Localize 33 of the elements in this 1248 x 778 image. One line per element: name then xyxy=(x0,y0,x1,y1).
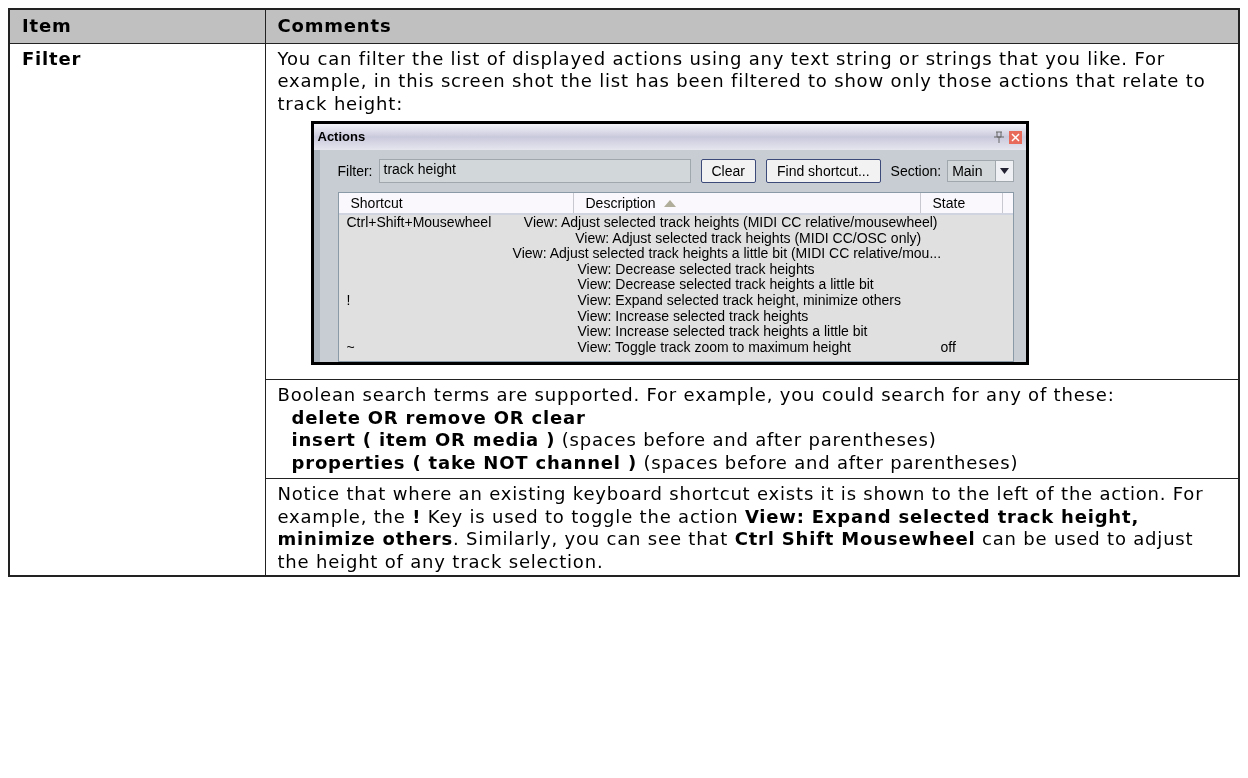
window-button[interactable]: Clear xyxy=(700,159,756,183)
description-cell[interactable]: View: Toggle track zoom to maximum height xyxy=(577,338,851,355)
close-icon[interactable] xyxy=(1008,130,1022,144)
search-example: insert ( item OR media ) (spaces before and after parentheses) xyxy=(290,429,938,452)
search-example: properties ( take NOT channel ) (spaces before and after parentheses) xyxy=(290,451,1020,474)
description-cell[interactable]: View: Adjust selected track heights a little bit (MIDI CC relative/mou... xyxy=(512,245,942,262)
description-cell[interactable]: View: Decrease selected track heights a little bit xyxy=(577,276,874,293)
description-cell[interactable]: View: Decrease selected track heights xyxy=(577,260,815,277)
section-dropdown[interactable]: Main xyxy=(947,160,1014,182)
description-cell[interactable]: View: Increase selected track heights a little bit xyxy=(577,323,868,340)
shortcut-cell: ! xyxy=(346,291,351,308)
state-cell: off xyxy=(940,338,956,355)
pin-icon[interactable] xyxy=(992,130,1005,144)
description-cell[interactable]: View: Increase selected track heights xyxy=(577,307,809,324)
shortcut-cell: Ctrl+Shift+Mousewheel xyxy=(346,214,492,230)
shortcut-cell: ~ xyxy=(346,338,355,355)
window-button[interactable]: Find shortcut... xyxy=(765,159,881,183)
description-cell[interactable]: View: Expand selected track height, minimize others xyxy=(577,291,901,308)
window-title: Actions xyxy=(317,129,366,145)
paragraph: Boolean search terms are supported. For example, you could search for any of these: xyxy=(277,384,1116,407)
sort-ascending-icon xyxy=(663,199,676,207)
description-cell[interactable]: View: Adjust selected track heights (MIDI CC relative/mousewheel) xyxy=(523,214,938,230)
column-heading: Item xyxy=(9,9,265,43)
section-label: Section: xyxy=(890,163,942,179)
paragraph: Notice that where an existing keyboard shortcut exists it is shown to the left of the action. For example, the ! Key is used to toggle the action View: Expand selected track height, minimize others. Similarly, you can see that Ctrl Shift Mousewheel can be used to adjust the height of any track selection. xyxy=(277,483,1205,573)
search-example: delete OR remove OR clear xyxy=(290,406,587,429)
column-header[interactable]: Description xyxy=(573,193,921,213)
paragraph: You can filter the list of displayed actions using any text string or strings that you like. For example, in this screen shot the list has been filtered to show only those actions that relate to track height: xyxy=(277,47,1207,115)
description-cell[interactable]: View: Adjust selected track heights (MIDI CC/OSC only) xyxy=(575,229,922,246)
filter-label: Filter: xyxy=(337,163,373,179)
filter-input[interactable]: track height xyxy=(378,159,691,183)
column-header[interactable]: State xyxy=(920,193,1003,213)
column-header[interactable]: Shortcut xyxy=(338,193,574,213)
